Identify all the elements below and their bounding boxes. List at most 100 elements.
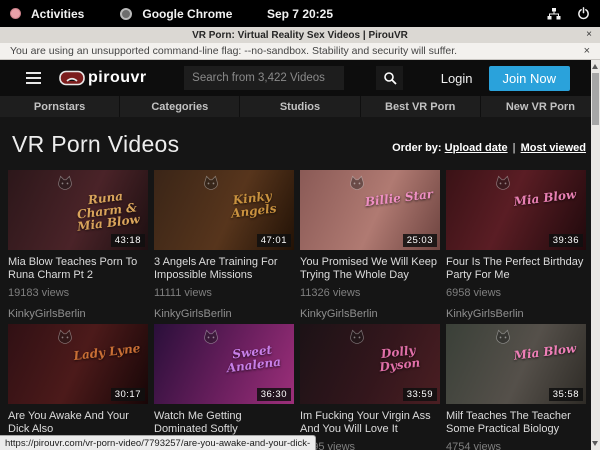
video-thumbnail[interactable]: Mia Blow 35:58 [446, 324, 586, 404]
video-views: 4754 views [446, 441, 586, 450]
scroll-down-icon[interactable] [592, 441, 598, 446]
system-top-bar: Activities Google Chrome Sep 7 20:25 [0, 0, 600, 27]
studio-watermark-icon [494, 329, 512, 345]
video-title-link[interactable]: 3 Angels Are Training For Impossible Mis… [154, 256, 294, 282]
thumbnail-overlay-text: Sweet Analena [217, 342, 290, 376]
studio-watermark-icon [202, 329, 220, 345]
video-title-link[interactable]: Are You Awake And Your Dick Also [8, 410, 148, 436]
studio-watermark-icon [202, 175, 220, 191]
page-viewport: pirouvr Login Join Now PornstarsCategori… [0, 60, 600, 450]
order-most-viewed-link[interactable]: Most viewed [521, 142, 586, 154]
video-card[interactable]: Dolly Dyson 33:59 Im Fucking Your Virgin… [300, 324, 440, 450]
chrome-app-icon [120, 8, 132, 20]
thumbnail-overlay-text: Mia Blow [509, 188, 580, 209]
video-card[interactable]: Kinky Angels 47:01 3 Angels Are Training… [154, 170, 294, 320]
video-views: 19183 views [8, 287, 148, 299]
thumbnail-overlay-text: Lady Lyne [71, 342, 142, 363]
chrome-infobar: You are using an unsupported command-lin… [0, 43, 600, 60]
studio-watermark-icon [348, 329, 366, 345]
video-thumbnail[interactable]: Kinky Angels 47:01 [154, 170, 294, 250]
nav-item-studios[interactable]: Studios [240, 96, 359, 117]
infobar-message: You are using an unsupported command-lin… [10, 45, 457, 57]
video-duration-badge: 33:59 [403, 388, 437, 401]
video-title-link[interactable]: Watch Me Getting Dominated Softly [154, 410, 294, 436]
vr-goggles-icon [59, 70, 85, 86]
video-duration-badge: 35:58 [549, 388, 583, 401]
video-card[interactable]: Mia Blow 39:36 Four Is The Perfect Birth… [446, 170, 586, 320]
nav-item-categories[interactable]: Categories [120, 96, 239, 117]
video-thumbnail[interactable]: Mia Blow 39:36 [446, 170, 586, 250]
video-duration-badge: 36:30 [257, 388, 291, 401]
video-card[interactable]: Lady Lyne 30:17 Are You Awake And Your D… [8, 324, 148, 450]
search-button[interactable] [376, 66, 403, 90]
status-bar: https://pirouvr.com/vr-porn-video/779325… [0, 435, 316, 450]
site-logo[interactable]: pirouvr [59, 69, 147, 87]
scrollbar[interactable] [591, 60, 600, 450]
video-duration-badge: 30:17 [111, 388, 145, 401]
search-icon [383, 71, 397, 85]
video-title-link[interactable]: Mia Blow Teaches Porn To Runa Charm Pt 2 [8, 256, 148, 282]
nav-item-new-vr-porn[interactable]: New VR Porn [481, 96, 600, 117]
video-views: 8795 views [300, 441, 440, 450]
video-title-link[interactable]: Milf Teaches The Teacher Some Practical … [446, 410, 586, 436]
logo-text: pirouvr [88, 69, 147, 87]
studio-watermark-icon [348, 175, 366, 191]
order-by-controls: Order by: Upload date | Most viewed [392, 142, 586, 158]
login-link[interactable]: Login [441, 71, 473, 86]
page-title: VR Porn Videos [12, 131, 179, 158]
video-studio-link[interactable]: KinkyGirlsBerlin [300, 308, 440, 320]
video-thumbnail[interactable]: Billie Star 25:03 [300, 170, 440, 250]
video-thumbnail[interactable]: Runa Charm & Mia Blow 43:18 [8, 170, 148, 250]
infobar-close-icon[interactable]: × [584, 45, 590, 57]
video-title-link[interactable]: Im Fucking Your Virgin Ass And You Will … [300, 410, 440, 436]
recording-indicator-icon [10, 8, 21, 19]
video-grid: Runa Charm & Mia Blow 43:18 Mia Blow Tea… [8, 170, 586, 450]
status-url: https://pirouvr.com/vr-porn-video/779325… [5, 438, 310, 449]
search-input[interactable] [184, 66, 344, 90]
tab-title[interactable]: VR Porn: Virtual Reality Sex Videos | Pi… [0, 30, 600, 41]
video-thumbnail[interactable]: Dolly Dyson 33:59 [300, 324, 440, 404]
video-thumbnail[interactable]: Lady Lyne 30:17 [8, 324, 148, 404]
video-title-link[interactable]: Four Is The Perfect Birthday Party For M… [446, 256, 586, 282]
browser-tab-strip: VR Porn: Virtual Reality Sex Videos | Pi… [0, 27, 600, 43]
studio-watermark-icon [56, 329, 74, 345]
video-card[interactable]: Runa Charm & Mia Blow 43:18 Mia Blow Tea… [8, 170, 148, 320]
power-icon[interactable] [577, 7, 590, 20]
nav-item-pornstars[interactable]: Pornstars [0, 96, 119, 117]
nav-item-best-vr-porn[interactable]: Best VR Porn [361, 96, 480, 117]
video-studio-link[interactable]: KinkyGirlsBerlin [154, 308, 294, 320]
video-card[interactable]: Sweet Analena 36:30 Watch Me Getting Dom… [154, 324, 294, 450]
studio-watermark-icon [56, 175, 74, 191]
scrollbar-thumb[interactable] [592, 73, 599, 125]
video-views: 11111 views [154, 287, 294, 299]
thumbnail-overlay-text: Billie Star [363, 188, 434, 209]
tab-close-icon[interactable]: × [586, 30, 592, 40]
order-by-label: Order by: [392, 142, 442, 154]
video-card[interactable]: Billie Star 25:03 You Promised We Will K… [300, 170, 440, 320]
video-thumbnail[interactable]: Sweet Analena 36:30 [154, 324, 294, 404]
thumbnail-overlay-text: Dolly Dyson [363, 342, 436, 376]
video-studio-link[interactable]: KinkyGirlsBerlin [8, 308, 148, 320]
video-card[interactable]: Mia Blow 35:58 Milf Teaches The Teacher … [446, 324, 586, 450]
video-title-link[interactable]: You Promised We Will Keep Trying The Who… [300, 256, 440, 282]
app-menu-button[interactable]: Google Chrome [138, 7, 236, 21]
order-separator: | [511, 142, 518, 154]
studio-watermark-icon [494, 175, 512, 191]
site-header: pirouvr Login Join Now [0, 60, 600, 96]
order-upload-date-link[interactable]: Upload date [445, 142, 508, 154]
scroll-up-icon[interactable] [592, 64, 598, 69]
join-now-button[interactable]: Join Now [489, 66, 570, 91]
thumbnail-overlay-text: Kinky Angels [217, 188, 290, 222]
network-icon[interactable] [547, 8, 561, 20]
video-duration-badge: 47:01 [257, 234, 291, 247]
video-duration-badge: 25:03 [403, 234, 437, 247]
thumbnail-overlay-text: Mia Blow [509, 342, 580, 363]
thumbnail-overlay-text: Runa Charm & Mia Blow [70, 188, 144, 234]
video-studio-link[interactable]: KinkyGirlsBerlin [446, 308, 586, 320]
main-nav: PornstarsCategoriesStudiosBest VR PornNe… [0, 96, 600, 117]
activities-button[interactable]: Activities [27, 7, 88, 21]
video-views: 11326 views [300, 287, 440, 299]
menu-hamburger-icon[interactable] [26, 72, 41, 84]
video-duration-badge: 39:36 [549, 234, 583, 247]
video-duration-badge: 43:18 [111, 234, 145, 247]
